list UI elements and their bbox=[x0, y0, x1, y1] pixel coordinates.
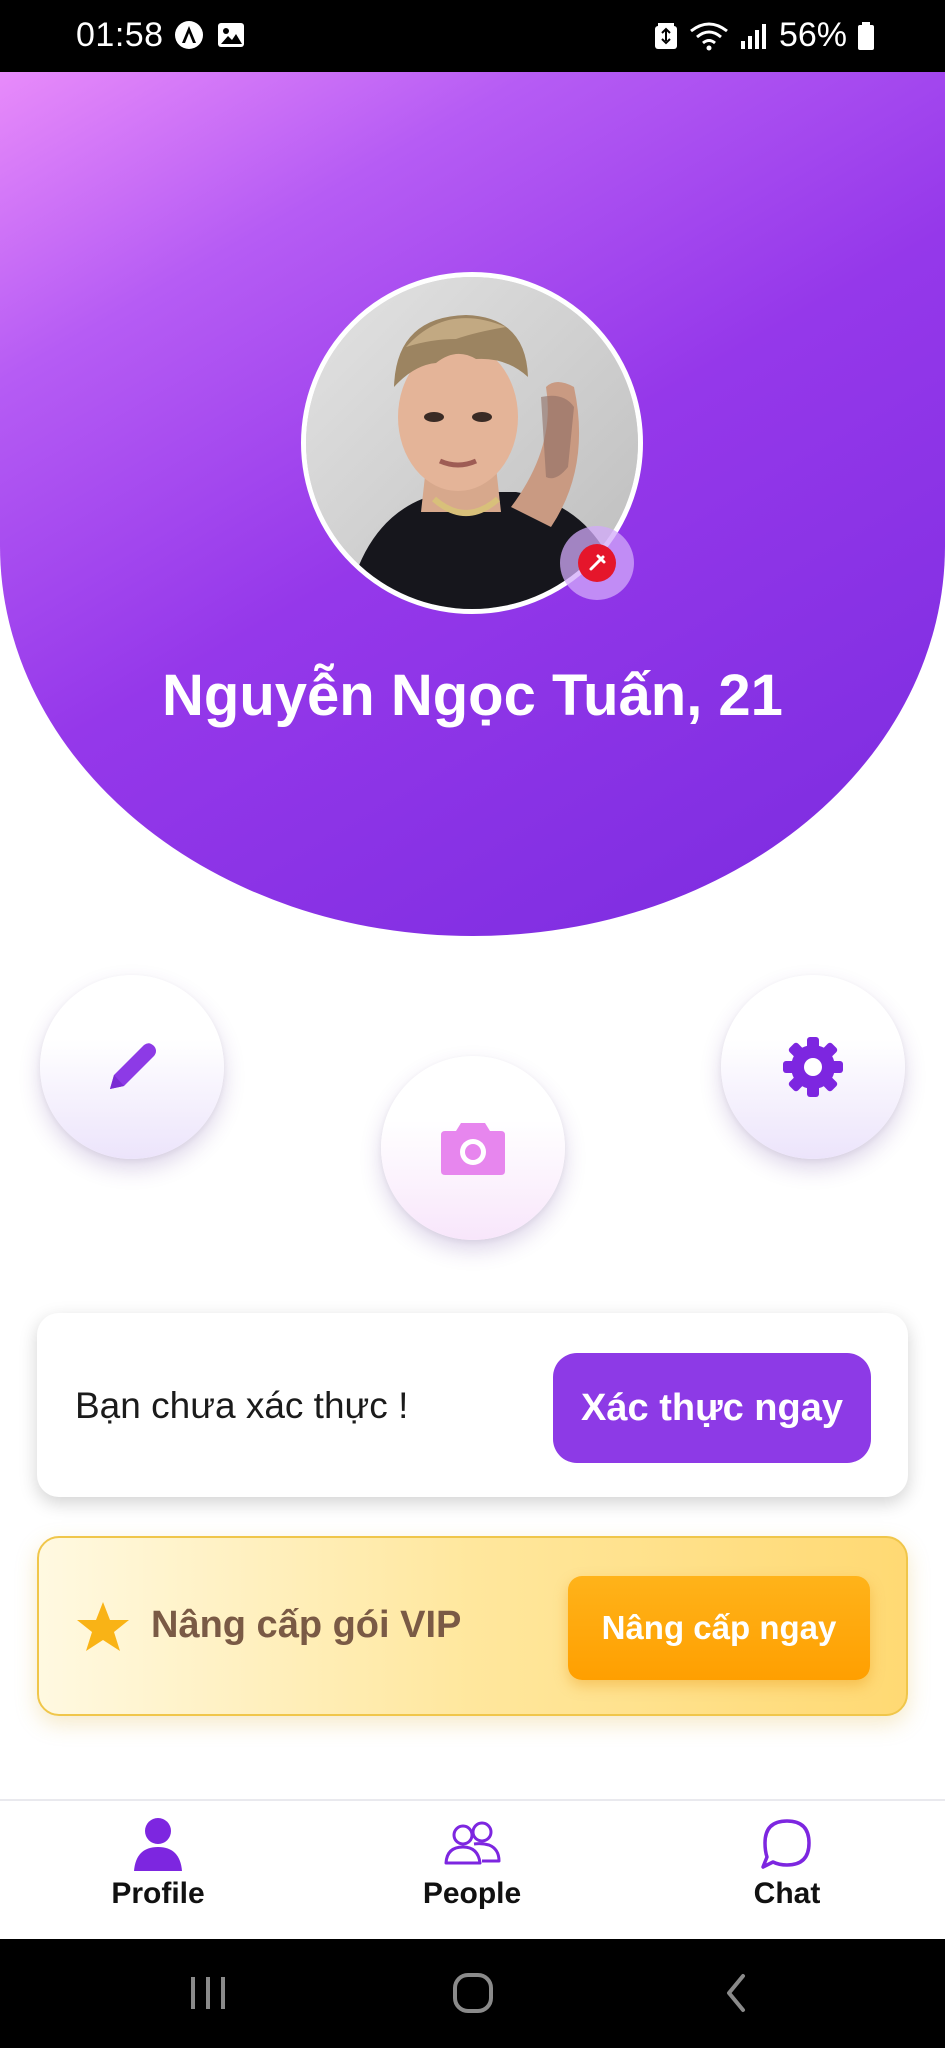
home-icon bbox=[453, 1973, 493, 2013]
status-time: 01:58 bbox=[76, 16, 164, 54]
camera-button[interactable] bbox=[381, 1056, 565, 1240]
person-icon bbox=[134, 1818, 182, 1871]
pencil-icon bbox=[110, 1043, 156, 1089]
home-button[interactable] bbox=[443, 1967, 503, 2019]
gallery-icon bbox=[218, 23, 244, 47]
vip-message: Nâng cấp gói VIP bbox=[151, 1604, 462, 1646]
nav-item-people[interactable]: People bbox=[352, 1815, 592, 1931]
back-icon bbox=[727, 1974, 745, 2012]
profile-name-age: Nguyễn Ngọc Tuấn, 21 bbox=[162, 663, 783, 728]
battery-saver-icon bbox=[654, 22, 677, 49]
upgrade-now-button[interactable]: Nâng cấp ngay bbox=[568, 1576, 870, 1680]
status-system-icons: 56% bbox=[653, 16, 875, 55]
recent-apps-button[interactable] bbox=[178, 1967, 238, 2019]
status-bar: 01:58 56% bbox=[0, 0, 945, 72]
nav-label-chat: Chat bbox=[753, 1877, 821, 1910]
nav-label-people: People bbox=[422, 1877, 522, 1910]
system-navigation-bar bbox=[0, 1939, 945, 2048]
verification-card: Bạn chưa xác thực ! Xác thực ngay bbox=[37, 1313, 908, 1497]
back-button[interactable] bbox=[706, 1967, 766, 2019]
status-notification-icons bbox=[174, 20, 246, 50]
wifi-icon bbox=[690, 22, 728, 50]
signal-icon bbox=[740, 23, 766, 49]
people-icon bbox=[444, 1821, 501, 1865]
star-icon bbox=[77, 1602, 129, 1651]
nav-label-profile: Profile bbox=[111, 1877, 205, 1910]
camera-icon bbox=[441, 1123, 505, 1175]
edit-profile-button[interactable] bbox=[40, 975, 224, 1159]
vip-upgrade-card: Nâng cấp gói VIP Nâng cấp ngay bbox=[37, 1536, 908, 1716]
settings-button[interactable] bbox=[721, 975, 905, 1159]
verification-message: Bạn chưa xác thực ! bbox=[75, 1385, 409, 1426]
verify-now-button[interactable]: Xác thực ngay bbox=[553, 1353, 871, 1463]
chat-icon bbox=[761, 1819, 811, 1869]
nav-item-profile[interactable]: Profile bbox=[38, 1815, 278, 1931]
app-a-icon bbox=[175, 21, 203, 49]
bottom-navigation: Profile People Chat bbox=[0, 1799, 945, 1939]
recent-apps-icon bbox=[191, 1977, 225, 2009]
unverified-badge bbox=[560, 526, 634, 600]
gear-icon bbox=[783, 1037, 843, 1097]
unverified-badge-icon bbox=[578, 544, 616, 582]
nav-item-chat[interactable]: Chat bbox=[667, 1815, 907, 1931]
battery-icon bbox=[858, 21, 874, 50]
battery-percent: 56% bbox=[778, 16, 847, 54]
